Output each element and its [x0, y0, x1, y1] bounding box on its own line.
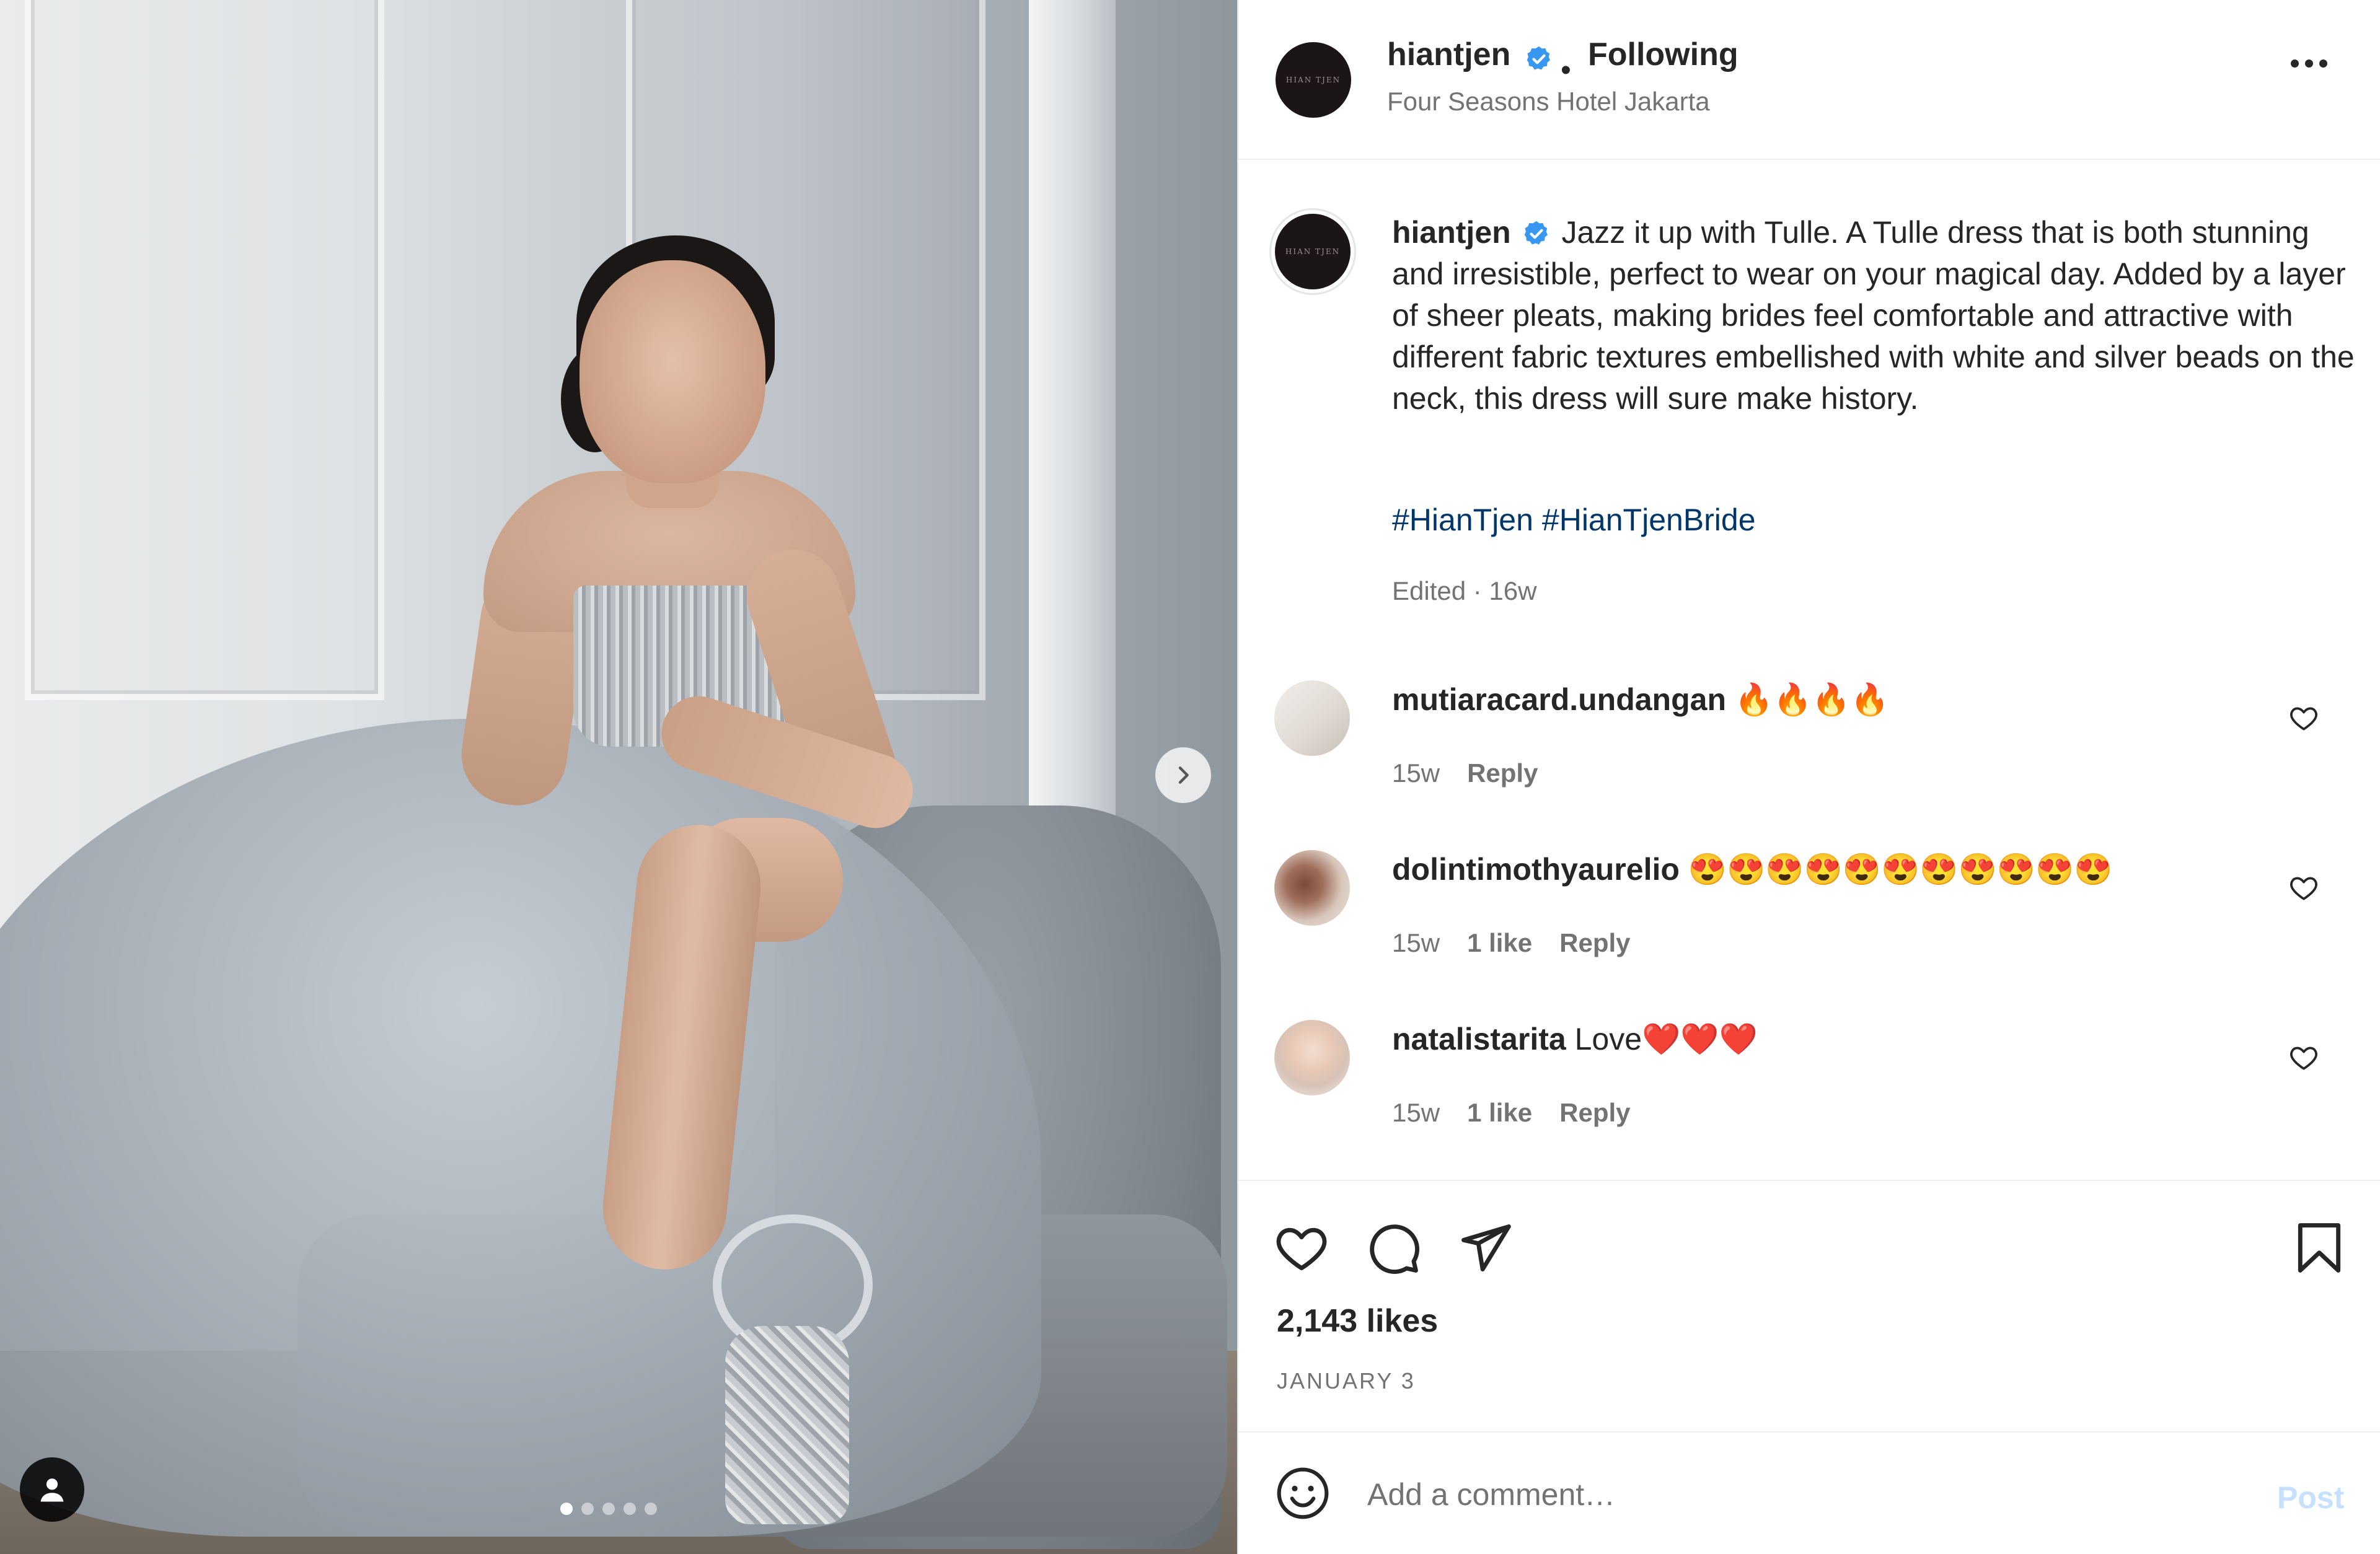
- comment-text: mutiaracard.undangan 🔥🔥🔥🔥: [1392, 682, 1889, 718]
- comment-text: natalistarita Love❤️❤️❤️: [1392, 1021, 1758, 1058]
- commenter-avatar[interactable]: [1274, 680, 1350, 756]
- verified-icon: [1527, 46, 1551, 70]
- carousel-dot-active: [560, 1503, 573, 1515]
- heart-icon[interactable]: [1273, 1219, 1330, 1276]
- hashtag-link[interactable]: #HianTjenBride: [1542, 503, 1756, 537]
- comment-body: 😍😍😍😍😍😍😍😍😍😍😍: [1688, 852, 2113, 887]
- caption-username[interactable]: hiantjen: [1392, 215, 1511, 250]
- comments-scroll-area[interactable]: HIAN TJEN hiantjen Jazz it up with Tulle…: [1238, 160, 2380, 1182]
- comment-item: mutiaracard.undangan 🔥🔥🔥🔥 15w Reply: [1238, 680, 2380, 829]
- comment-reply-button[interactable]: Reply: [1559, 928, 1630, 958]
- author-avatar[interactable]: HIAN TJEN: [1276, 42, 1351, 118]
- likes-count[interactable]: 2,143 likes: [1277, 1302, 1438, 1340]
- emoji-icon[interactable]: [1274, 1465, 1331, 1522]
- post-caption: hiantjen Jazz it up with Tulle. A Tulle …: [1392, 212, 2359, 419]
- carousel-dot: [645, 1503, 657, 1515]
- avatar-logo-text: HIAN TJEN: [1285, 76, 1341, 84]
- comment-username[interactable]: mutiaracard.undangan: [1392, 682, 1726, 717]
- user-tag-button[interactable]: [20, 1457, 84, 1522]
- comment-likes[interactable]: 1 like: [1467, 928, 1532, 958]
- chevron-right-icon: [1178, 766, 1189, 784]
- author-username[interactable]: hiantjen: [1387, 36, 1510, 73]
- comment-likes[interactable]: 1 like: [1467, 1098, 1532, 1128]
- post-media[interactable]: [0, 0, 1237, 1554]
- avatar-logo-text: HIAN TJEN: [1285, 247, 1341, 256]
- carousel-dot: [624, 1503, 636, 1515]
- verified-icon: [1524, 221, 1548, 245]
- comment-meta: 15w Reply: [1392, 758, 1538, 788]
- caption-author-avatar[interactable]: HIAN TJEN: [1269, 208, 1356, 295]
- post-date: JANUARY 3: [1277, 1368, 1416, 1394]
- comment-time: 15w: [1392, 1098, 1440, 1127]
- embellished-shoe: [725, 1326, 849, 1524]
- carousel-indicator: [560, 1503, 657, 1515]
- comment-meta: 15w 1 like Reply: [1392, 928, 1631, 958]
- carousel-next-button[interactable]: [1155, 747, 1211, 803]
- comment-icon[interactable]: [1365, 1219, 1422, 1276]
- user-tag-icon: [40, 1478, 64, 1502]
- comment-input[interactable]: [1366, 1466, 2211, 1523]
- comment-username[interactable]: dolintimothyaurelio: [1392, 852, 1680, 887]
- model-face: [580, 260, 765, 483]
- carousel-dot: [581, 1503, 594, 1515]
- add-comment-bar: Post: [1238, 1431, 2380, 1554]
- comment-time: 15w: [1392, 928, 1440, 957]
- separator-dot: •: [1561, 54, 1571, 87]
- comment-reply-button[interactable]: Reply: [1559, 1098, 1630, 1128]
- comment-item: natalistarita Love❤️❤️❤️ 15w 1 like Repl…: [1238, 1020, 2380, 1169]
- comment-reply-button[interactable]: Reply: [1467, 758, 1538, 788]
- post-details-panel: HIAN TJEN hiantjen • Following Four Seas…: [1237, 0, 2380, 1554]
- heart-icon[interactable]: [2288, 1042, 2319, 1073]
- comment-text: dolintimothyaurelio 😍😍😍😍😍😍😍😍😍😍😍: [1392, 851, 2113, 888]
- commenter-avatar[interactable]: [1274, 850, 1350, 926]
- post-location[interactable]: Four Seasons Hotel Jakarta: [1387, 87, 1710, 116]
- comment-item: dolintimothyaurelio 😍😍😍😍😍😍😍😍😍😍😍 15w 1 li…: [1238, 850, 2380, 999]
- share-icon[interactable]: [1457, 1219, 1514, 1276]
- post-actions: 2,143 likes JANUARY 3: [1238, 1180, 2380, 1431]
- caption-hashtags: #HianTjen #HianTjenBride: [1392, 502, 1765, 538]
- heart-icon[interactable]: [2288, 703, 2319, 734]
- more-icon[interactable]: [2291, 59, 2327, 68]
- comment-body: Love❤️❤️❤️: [1574, 1022, 1758, 1056]
- post-header: HIAN TJEN hiantjen • Following Four Seas…: [1238, 0, 2380, 160]
- carousel-dot: [602, 1503, 615, 1515]
- wall-panel: [25, 0, 384, 700]
- comment-body: 🔥🔥🔥🔥: [1734, 682, 1889, 717]
- hashtag-link[interactable]: #HianTjen: [1392, 503, 1533, 537]
- following-button[interactable]: Following: [1588, 36, 1739, 73]
- comment-time: 15w: [1392, 758, 1440, 788]
- post-comment-button[interactable]: Post: [2277, 1480, 2344, 1516]
- heart-icon[interactable]: [2288, 872, 2319, 903]
- caption-meta: Edited · 16w: [1392, 576, 1537, 605]
- commenter-avatar[interactable]: [1274, 1020, 1350, 1095]
- comment-meta: 15w 1 like Reply: [1392, 1098, 1631, 1128]
- comment-username[interactable]: natalistarita: [1392, 1022, 1566, 1056]
- bookmark-icon[interactable]: [2291, 1219, 2348, 1276]
